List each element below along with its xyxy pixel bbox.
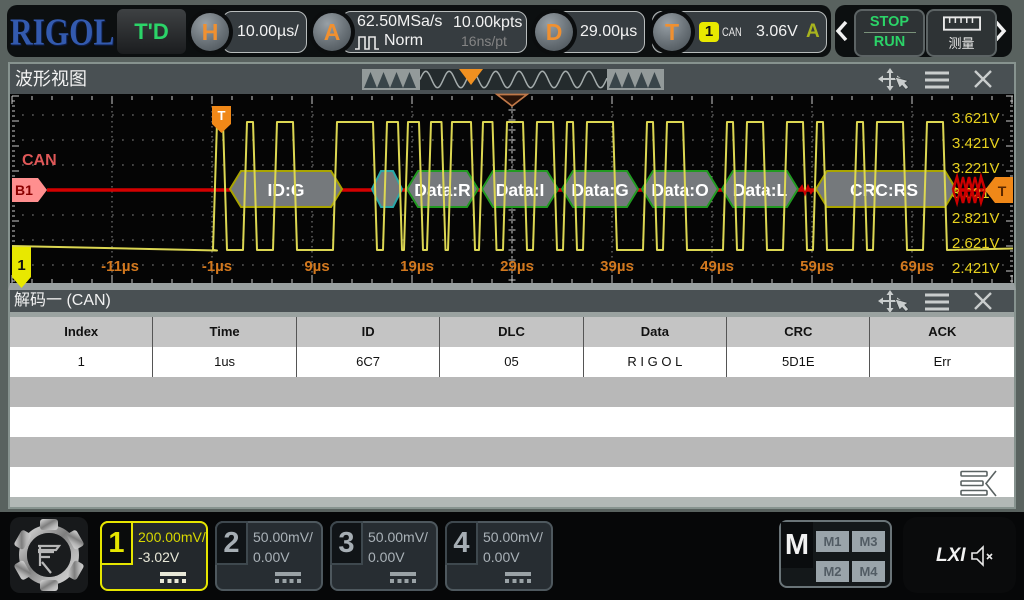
svg-text:2.421V: 2.421V [952,260,1000,277]
svg-text:ID:G: ID:G [268,180,305,200]
svg-text:1: 1 [17,257,25,274]
svg-text:19µs: 19µs [400,258,434,275]
svg-text:3.421V: 3.421V [952,135,1000,152]
svg-text:49µs: 49µs [700,258,734,275]
svg-text:-11µs: -11µs [101,258,139,275]
svg-text:Data:O: Data:O [651,180,708,200]
svg-text:Data:L: Data:L [733,180,788,200]
svg-text:B1: B1 [15,182,33,198]
svg-text:9µs: 9µs [304,258,329,275]
svg-text:2.621V: 2.621V [952,235,1000,252]
svg-text:T: T [218,108,226,123]
svg-text:CRC:RS: CRC:RS [850,180,918,200]
svg-text:39µs: 39µs [600,258,634,275]
svg-text:Data:G: Data:G [571,180,628,200]
svg-text:2.821V: 2.821V [952,210,1000,227]
svg-text:T: T [998,183,1007,199]
svg-text:-1µs: -1µs [202,258,232,275]
svg-text:CAN: CAN [22,152,57,169]
svg-text:3.621V: 3.621V [952,110,1000,127]
svg-text:59µs: 59µs [800,258,834,275]
svg-text:Data:I: Data:I [496,180,545,200]
svg-text:3.221V: 3.221V [952,160,1000,177]
svg-text:29µs: 29µs [500,258,534,275]
svg-text:69µs: 69µs [900,258,934,275]
